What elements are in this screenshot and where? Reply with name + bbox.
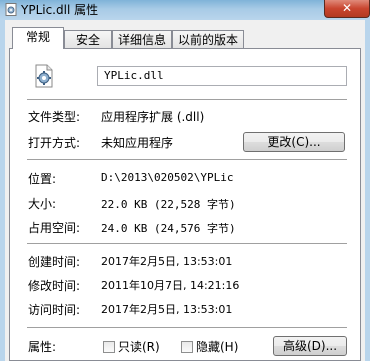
file-type-label: 文件类型: [28, 110, 81, 124]
created-value: 2017年2月5日, 13:53:01 [101, 255, 233, 268]
attributes-label: 属性: [28, 340, 57, 354]
separator [27, 327, 347, 328]
window-title: YPLic.dll 属性 [21, 3, 99, 17]
created-label: 创建时间: [28, 255, 81, 269]
size-on-disk-label: 占用空间: [28, 221, 81, 235]
close-button[interactable]: ✕ [324, 0, 370, 18]
separator [27, 243, 347, 244]
accessed-value: 2017年2月5日, 13:53:01 [101, 303, 233, 316]
tab-general[interactable]: 常规 [12, 27, 64, 49]
title-bar: YPLic.dll 属性 ✕ [0, 0, 370, 20]
readonly-checkbox[interactable] [103, 341, 115, 353]
change-button[interactable]: 更改(C)... [243, 132, 345, 152]
tab-details[interactable]: 详细信息 [112, 30, 172, 48]
location-label: 位置: [28, 172, 57, 186]
size-on-disk-value: 24.0 KB (24,576 字节) [101, 222, 236, 235]
open-with-value: 未知应用程序 [101, 136, 174, 150]
location-value: D:\2013\020502\YPLic [101, 171, 234, 184]
file-type-value: 应用程序扩展 (.dll) [101, 110, 205, 124]
hidden-label[interactable]: 隐藏(H) [196, 338, 238, 355]
hidden-checkbox[interactable] [181, 341, 193, 353]
tab-previous-versions[interactable]: 以前的版本 [172, 30, 244, 48]
size-label: 大小: [28, 197, 57, 211]
advanced-button[interactable]: 高级(D)... [273, 336, 347, 356]
size-value: 22.0 KB (22,528 字节) [101, 198, 236, 211]
tab-security[interactable]: 安全 [64, 30, 112, 48]
window-frame-right [365, 20, 370, 361]
file-name-input[interactable]: YPLic.dll [97, 66, 347, 86]
modified-label: 修改时间: [28, 279, 81, 293]
gear-file-icon [35, 64, 53, 88]
open-with-label: 打开方式: [28, 136, 81, 150]
modified-value: 2011年10月7日, 14:21:16 [101, 279, 240, 292]
readonly-label[interactable]: 只读(R) [118, 338, 160, 355]
accessed-label: 访问时间: [28, 303, 81, 317]
separator [27, 159, 347, 160]
dll-file-icon [5, 3, 17, 16]
window-frame-left [0, 20, 5, 361]
separator [27, 99, 347, 100]
